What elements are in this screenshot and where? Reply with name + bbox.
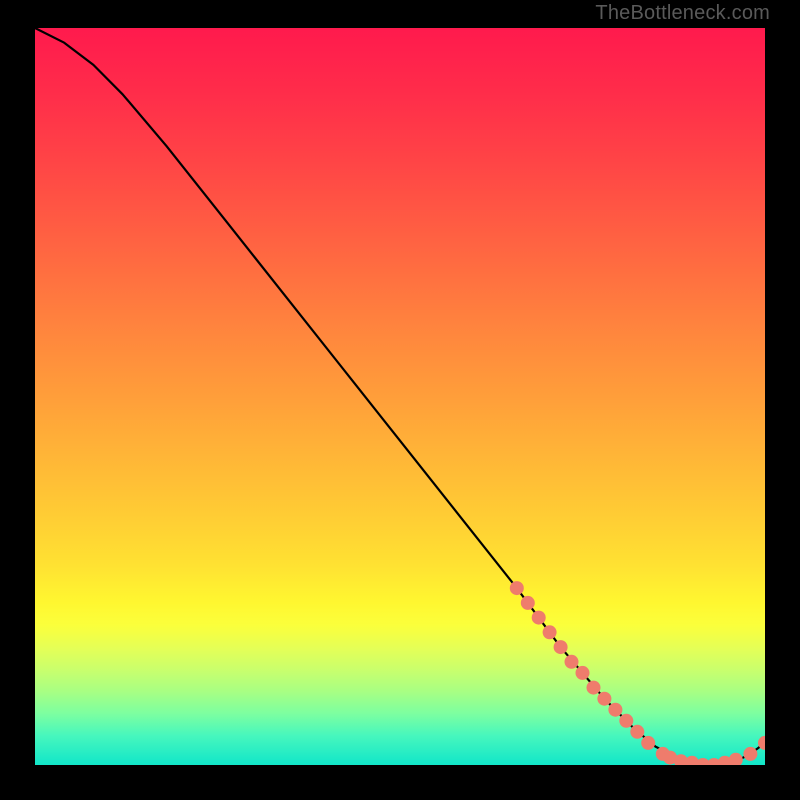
data-marker	[641, 736, 655, 750]
data-marker	[619, 714, 633, 728]
data-marker	[554, 640, 568, 654]
data-marker	[521, 596, 535, 610]
data-marker	[576, 666, 590, 680]
data-marker	[587, 681, 601, 695]
data-markers	[510, 581, 765, 765]
bottleneck-curve	[35, 28, 765, 765]
chart-container: TheBottleneck.com	[0, 0, 800, 800]
data-marker	[597, 692, 611, 706]
data-marker	[532, 611, 546, 625]
data-marker	[630, 725, 644, 739]
data-marker	[543, 625, 557, 639]
data-marker	[510, 581, 524, 595]
data-marker	[565, 655, 579, 669]
data-marker	[608, 703, 622, 717]
chart-overlay	[35, 28, 765, 765]
plot-area	[35, 28, 765, 765]
data-marker	[729, 753, 743, 765]
data-marker	[743, 747, 757, 761]
attribution-label: TheBottleneck.com	[595, 2, 770, 25]
